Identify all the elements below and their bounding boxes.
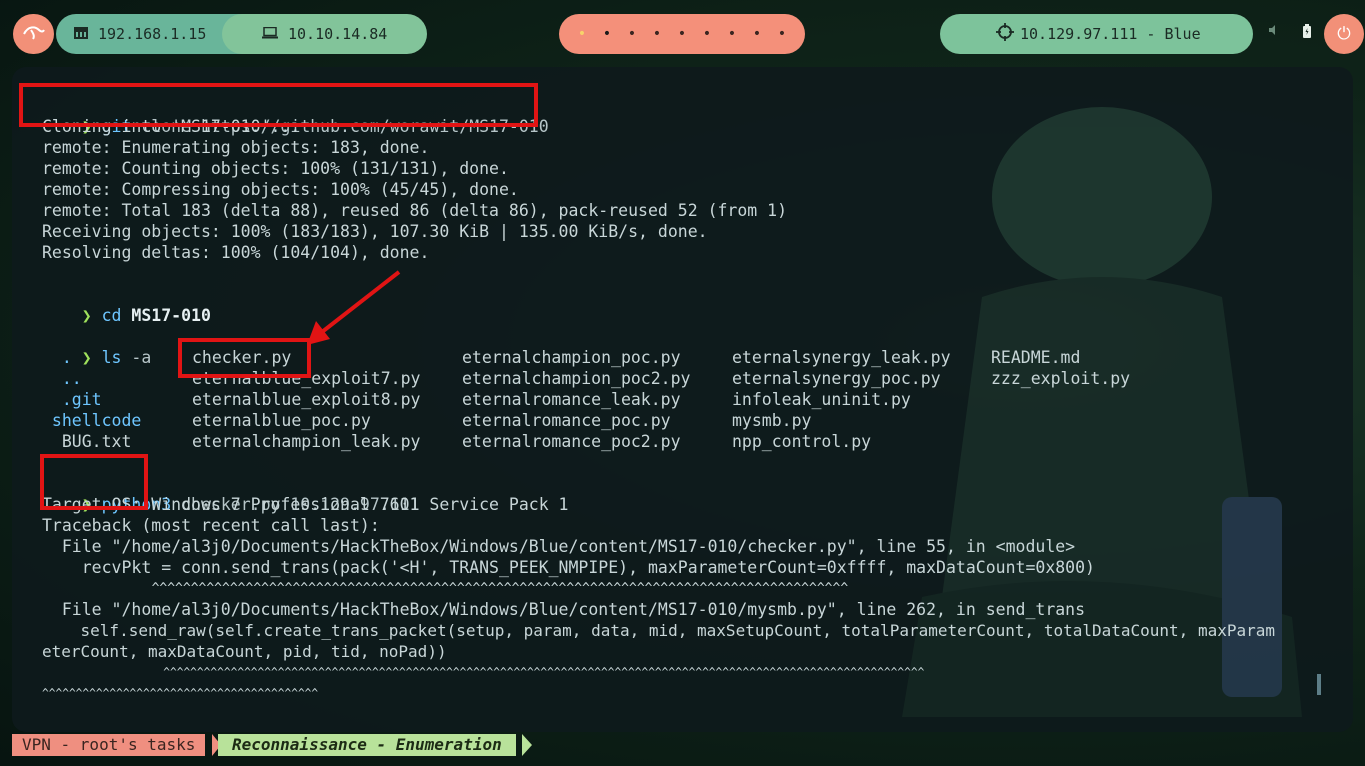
workspace-4[interactable]: • (645, 26, 670, 42)
laptop-icon (262, 25, 278, 43)
power-icon: ⏻ (1337, 24, 1351, 44)
workspace-6[interactable]: • (695, 26, 720, 42)
workspace-switcher[interactable]: • • • • • • • • • (559, 14, 805, 54)
workspace-8[interactable]: • (745, 26, 770, 42)
power-button[interactable]: ⏻ (1324, 14, 1364, 54)
menu-button[interactable] (13, 14, 54, 54)
red-arrow-annotation (307, 270, 401, 345)
lan-ip-text: 192.168.1.15 (98, 25, 207, 43)
workspace-3[interactable]: • (620, 26, 645, 42)
ethernet-icon (74, 25, 88, 43)
vpn-ip-indicator[interactable]: 10.10.14.84 (222, 14, 427, 54)
target-indicator[interactable]: 10.129.97.111 - Blue (940, 14, 1253, 54)
terminal-window[interactable]: ❯ git clone https://github.com/worawit/M… (12, 67, 1353, 732)
battery-icon[interactable] (1303, 24, 1311, 42)
window-label[interactable]: Reconnaissance - Enumeration (218, 734, 516, 756)
kali-dragon-icon (22, 24, 45, 44)
session-label[interactable]: VPN - root's tasks (12, 734, 206, 756)
target-text: 10.129.97.111 - Blue (1020, 25, 1201, 43)
tmux-status-bar: VPN - root's tasks Reconnaissance - Enum… (0, 732, 1365, 756)
lan-ip-indicator[interactable]: 192.168.1.15 (56, 14, 246, 54)
crosshair-icon (996, 23, 1014, 45)
workspace-1[interactable]: • (570, 26, 595, 42)
workspace-9[interactable]: • (770, 26, 795, 42)
workspace-2[interactable]: • (595, 26, 620, 42)
top-bar: 192.168.1.15 10.10.14.84 • • • • • • • •… (0, 0, 1365, 68)
workspace-5[interactable]: • (670, 26, 695, 42)
workspace-7[interactable]: • (720, 26, 745, 42)
vpn-ip-text: 10.10.14.84 (288, 25, 388, 43)
volume-icon[interactable] (1268, 24, 1280, 40)
separator (522, 734, 532, 756)
